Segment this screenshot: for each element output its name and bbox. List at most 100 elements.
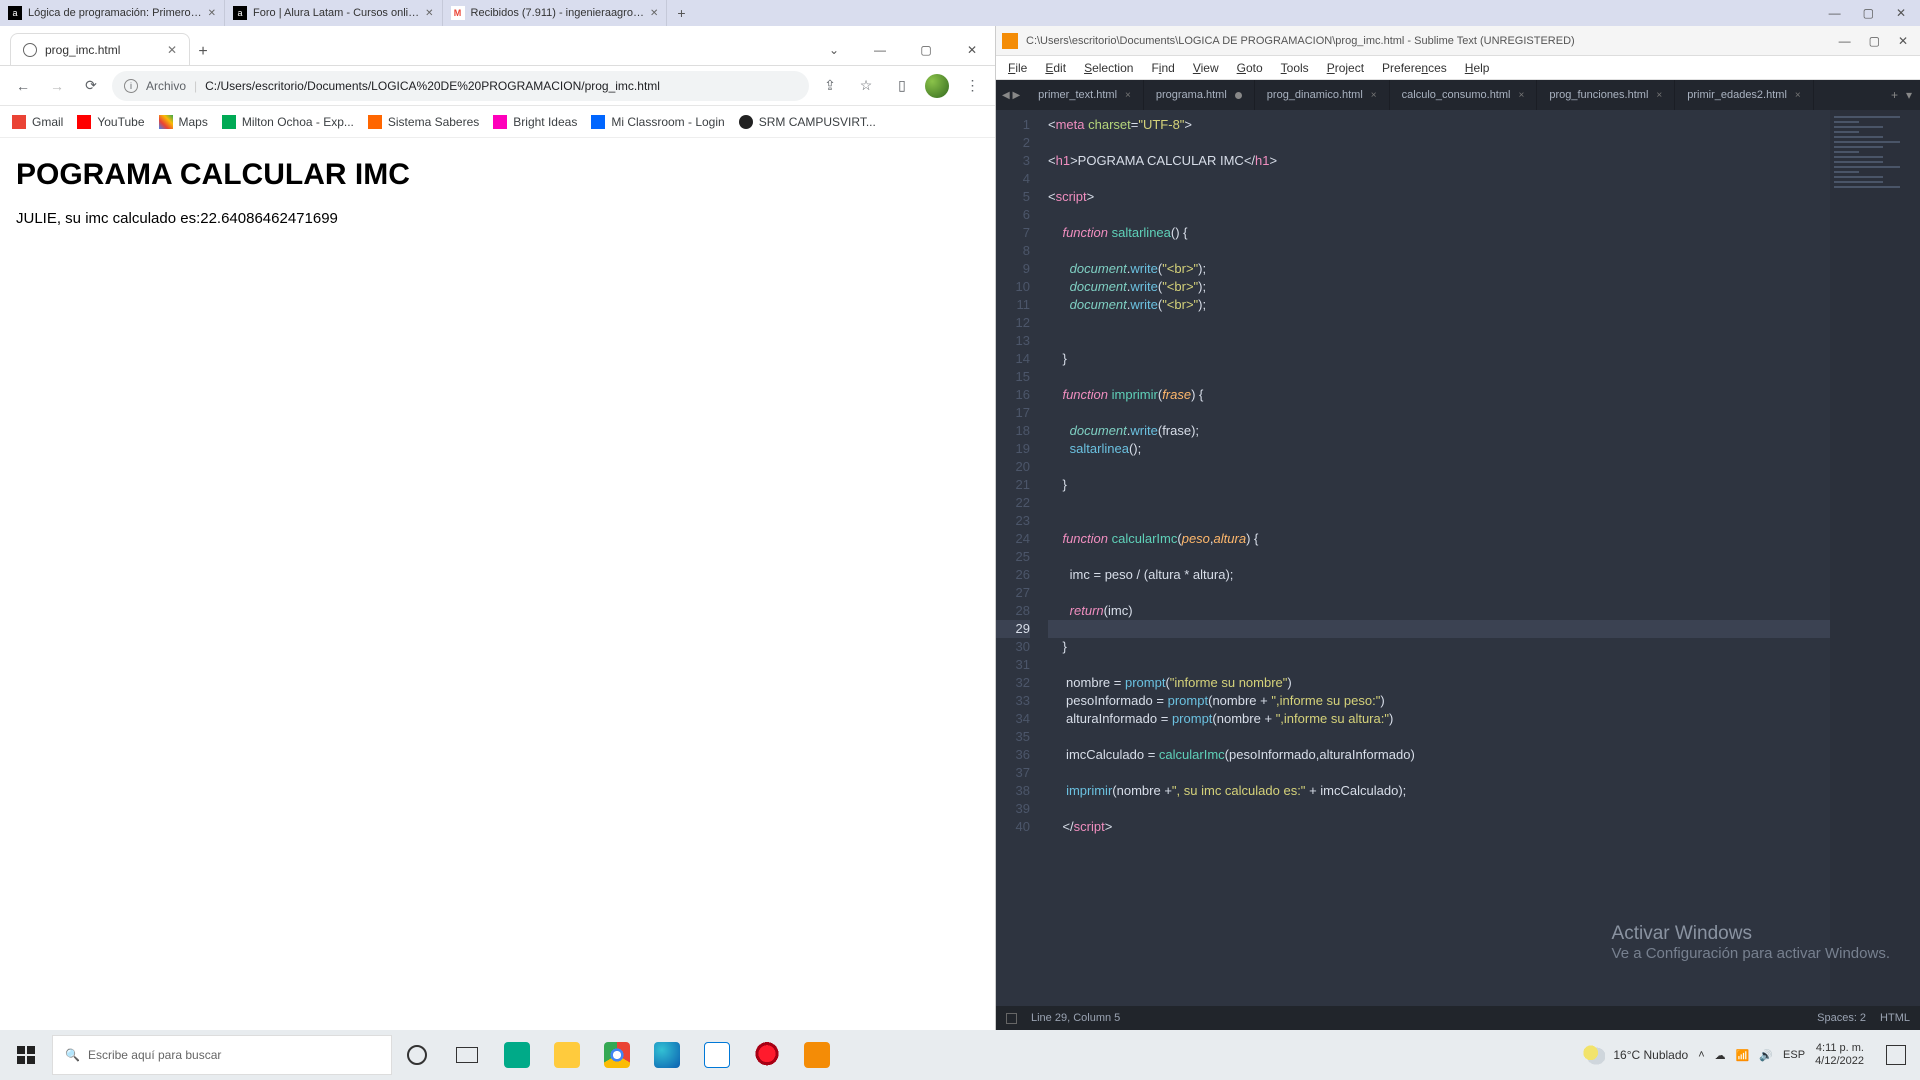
dropdown-icon[interactable]: ▾ [1906, 88, 1912, 102]
menu-edit[interactable]: Edit [1037, 59, 1074, 77]
taskbar-app-edge[interactable] [642, 1030, 692, 1080]
bookmark-youtube[interactable]: YouTube [77, 115, 144, 129]
side-panel-icon[interactable]: ▯ [889, 73, 915, 99]
bookmark-gmail[interactable]: Gmail [12, 115, 63, 129]
site-icon [222, 115, 236, 129]
new-tab-button[interactable]: + [667, 5, 695, 21]
close-icon[interactable]: ✕ [949, 35, 995, 65]
status-spaces[interactable]: Spaces: 2 [1817, 1012, 1866, 1024]
file-tab[interactable]: primer_text.html× [1026, 80, 1144, 110]
network-icon[interactable]: 📶 [1736, 1049, 1750, 1062]
close-icon[interactable]: × [1518, 90, 1524, 101]
task-view-button[interactable] [442, 1030, 492, 1080]
cortana-button[interactable] [392, 1030, 442, 1080]
status-lang[interactable]: HTML [1880, 1012, 1910, 1024]
taskbar-app-explorer[interactable] [542, 1030, 592, 1080]
star-icon[interactable]: ☆ [853, 73, 879, 99]
site-icon [739, 115, 753, 129]
code-area[interactable]: <meta charset="UTF-8"><h1>POGRAMA CALCUL… [1040, 110, 1830, 1006]
menu-view[interactable]: View [1185, 59, 1227, 77]
taskbar-search[interactable]: 🔍 Escribe aquí para buscar [52, 1035, 392, 1075]
chrome-toolbar: ← → ⟳ i Archivo | C:/Users/escritorio/Do… [0, 66, 995, 106]
minimap[interactable] [1830, 110, 1920, 1006]
close-icon[interactable]: × [1371, 90, 1377, 101]
omnibox-prefix: Archivo [146, 79, 186, 93]
new-tab-icon[interactable]: + [1891, 88, 1898, 102]
taskbar-app-mail[interactable] [492, 1030, 542, 1080]
close-icon[interactable]: ✕ [1896, 6, 1906, 20]
edge-icon [654, 1042, 680, 1068]
chrome-tab-active[interactable]: prog_imc.html ✕ [10, 33, 190, 65]
maximize-icon[interactable]: ▢ [1863, 6, 1874, 20]
menu-file[interactable]: File [1000, 59, 1035, 77]
reload-button[interactable]: ⟳ [78, 73, 104, 99]
taskbar-weather[interactable]: 16°C Nublado [1583, 1044, 1688, 1066]
minimize-icon[interactable]: — [1829, 6, 1841, 20]
bookmark-milton[interactable]: Milton Ochoa - Exp... [222, 115, 354, 129]
menu-find[interactable]: Find [1143, 59, 1182, 77]
file-tab[interactable]: prog_funciones.html× [1537, 80, 1675, 110]
start-button[interactable] [0, 1030, 52, 1080]
maximize-icon[interactable]: ▢ [1869, 34, 1880, 48]
menu-help[interactable]: Help [1457, 59, 1498, 77]
taskbar-app-opera[interactable] [742, 1030, 792, 1080]
close-icon[interactable]: × [1656, 90, 1662, 101]
file-tab[interactable]: primir_edades2.html× [1675, 80, 1814, 110]
forward-button[interactable]: → [44, 73, 70, 99]
taskbar-app-sublime[interactable] [792, 1030, 842, 1080]
ime-indicator[interactable]: ESP [1783, 1049, 1805, 1061]
sublime-window: C:\Users\escritorio\Documents\LOGICA DE … [996, 26, 1920, 1030]
bookmark-srm[interactable]: SRM CAMPUSVIRT... [739, 115, 876, 129]
site-info-icon[interactable]: i [124, 79, 138, 93]
chrome-new-tab-button[interactable]: + [190, 39, 216, 65]
close-icon[interactable]: ✕ [1898, 34, 1908, 48]
action-center-icon[interactable] [1886, 1045, 1906, 1065]
code-editor[interactable]: 1234567891011121314151617181920212223242… [996, 110, 1830, 1006]
bookmark-saberes[interactable]: Sistema Saberes [368, 115, 479, 129]
minimize-icon[interactable]: — [1839, 34, 1851, 48]
top-tab-2[interactable]: M Recibidos (7.911) - ingenieraagro… ✕ [443, 0, 668, 26]
profile-avatar[interactable] [925, 74, 949, 98]
menu-preferences[interactable]: Preferences [1374, 59, 1455, 77]
gmail-icon: M [451, 6, 465, 20]
chevron-up-icon[interactable]: ˄ [1698, 1049, 1704, 1061]
file-tab[interactable]: prog_dinamico.html× [1255, 80, 1390, 110]
close-icon[interactable]: × [1125, 90, 1131, 101]
taskbar-app-store[interactable] [692, 1030, 742, 1080]
close-icon[interactable]: × [1795, 90, 1801, 101]
panel-switcher-icon[interactable] [1006, 1013, 1017, 1024]
close-icon[interactable]: ✕ [167, 43, 177, 57]
file-tab[interactable]: calculo_consumo.html× [1390, 80, 1538, 110]
top-tab-0[interactable]: a Lógica de programación: Primero… ✕ [0, 0, 225, 26]
file-tab[interactable]: programa.html [1144, 80, 1255, 110]
close-icon[interactable]: ✕ [425, 8, 433, 19]
chevron-down-icon[interactable]: ⌄ [811, 35, 857, 65]
volume-icon[interactable]: 🔊 [1759, 1049, 1773, 1062]
menu-project[interactable]: Project [1319, 59, 1372, 77]
share-icon[interactable]: ⇪ [817, 73, 843, 99]
taskbar-clock[interactable]: 4:11 p. m. 4/12/2022 [1815, 1042, 1868, 1068]
kebab-menu-icon[interactable]: ⋮ [959, 73, 985, 99]
taskbar-app-chrome[interactable] [592, 1030, 642, 1080]
chrome-icon [604, 1042, 630, 1068]
site-icon [368, 115, 382, 129]
gmail-icon [12, 115, 26, 129]
bookmark-bright[interactable]: Bright Ideas [493, 115, 577, 129]
close-icon[interactable]: ✕ [650, 8, 658, 19]
close-icon[interactable]: ✕ [208, 8, 216, 19]
rendered-page: POGRAMA CALCULAR IMC JULIE, su imc calcu… [0, 138, 995, 1030]
menu-tools[interactable]: Tools [1273, 59, 1317, 77]
address-bar[interactable]: i Archivo | C:/Users/escritorio/Document… [112, 71, 809, 101]
minimize-icon[interactable]: — [857, 35, 903, 65]
back-button[interactable]: ← [10, 73, 36, 99]
top-tab-1[interactable]: a Foro | Alura Latam - Cursos onli… ✕ [225, 0, 442, 26]
system-tray[interactable]: ˄ ☁ 📶 🔊 ESP [1698, 1049, 1805, 1062]
alura-icon: a [233, 6, 247, 20]
bookmark-classroom[interactable]: Mi Classroom - Login [591, 115, 724, 129]
menu-goto[interactable]: Goto [1229, 59, 1271, 77]
menu-selection[interactable]: Selection [1076, 59, 1141, 77]
bookmark-maps[interactable]: Maps [159, 115, 208, 129]
maximize-icon[interactable]: ▢ [903, 35, 949, 65]
onedrive-icon[interactable]: ☁ [1715, 1049, 1726, 1062]
tab-nav-arrows[interactable]: ◀ ▶ [996, 80, 1026, 110]
